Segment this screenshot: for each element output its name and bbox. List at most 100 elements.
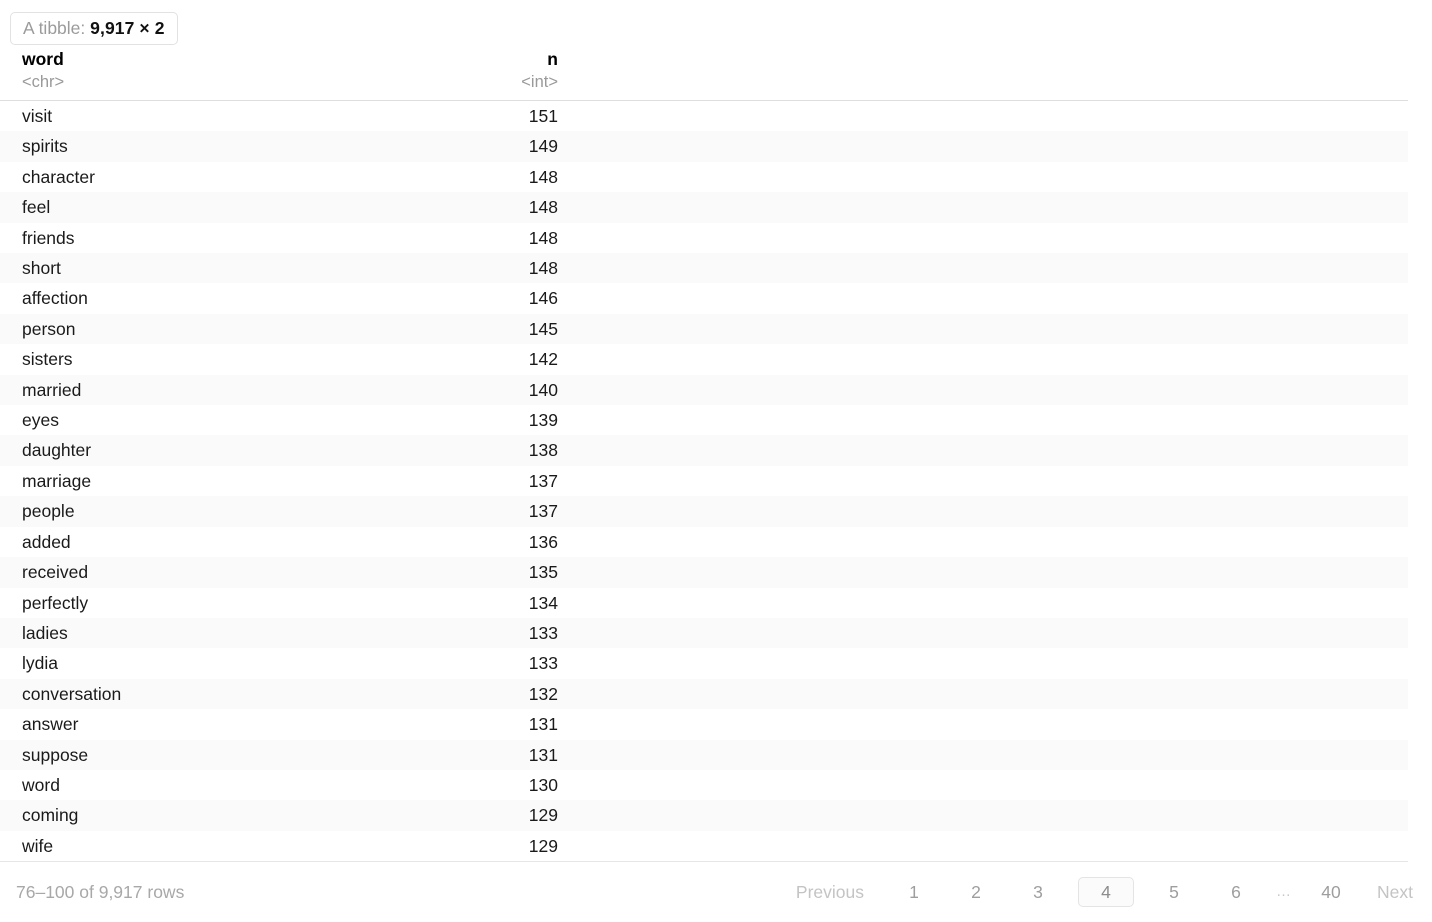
cell-filler <box>560 618 1408 648</box>
column-header-n[interactable]: n <int> <box>380 44 560 101</box>
cell-word: eyes <box>22 410 59 431</box>
cell-filler <box>560 405 1408 435</box>
table-container: word <chr> n <int> visit 151 spirits 149 cha… <box>0 44 1408 863</box>
column-header-filler <box>560 44 1408 101</box>
cell-n: 129 <box>528 805 558 826</box>
cell-n: 148 <box>528 166 558 187</box>
row-range-status: 76–100 of 9,917 rows <box>16 881 185 902</box>
pagination-ellipsis: … <box>1276 883 1292 901</box>
pagination-page-1[interactable]: 1 <box>892 877 936 907</box>
cell-word: word <box>22 774 60 795</box>
pagination-page-6[interactable]: 6 <box>1214 877 1258 907</box>
cell-filler <box>560 466 1408 496</box>
cell-n: 140 <box>528 379 558 400</box>
cell-n: 142 <box>528 349 558 370</box>
table-row: sisters 142 <box>0 344 1408 375</box>
table-row: wife 129 <box>0 830 1408 862</box>
cell-filler <box>560 375 1408 405</box>
pagination-page-4[interactable]: 4 <box>1078 877 1135 908</box>
cell-word: daughter <box>22 440 92 461</box>
column-header-word-type: <chr> <box>22 73 65 91</box>
cell-word: answer <box>22 714 79 735</box>
cell-n: 135 <box>528 562 558 583</box>
cell-word: person <box>22 318 76 339</box>
cell-word: visit <box>22 106 53 126</box>
cell-word: lydia <box>22 653 58 674</box>
table-row: character 148 <box>0 161 1408 193</box>
cell-n: 131 <box>528 744 558 765</box>
table-row: conversation 132 <box>0 678 1408 710</box>
cell-word: short <box>22 258 61 279</box>
cell-n: 148 <box>528 227 558 248</box>
pagination-page-3[interactable]: 3 <box>1016 877 1060 907</box>
cell-word: added <box>22 531 71 552</box>
table-row: coming 129 <box>0 800 1408 831</box>
cell-filler <box>560 223 1408 253</box>
table-row: feel 148 <box>0 192 1408 223</box>
cell-word: spirits <box>22 136 68 157</box>
cell-n: 130 <box>528 774 558 795</box>
table-row: answer 131 <box>0 709 1408 740</box>
pagination-page-list: 1 2 3 4 5 6 … 40 <box>883 877 1362 908</box>
table-row: affection 146 <box>0 283 1408 314</box>
cell-filler <box>560 800 1408 830</box>
table-row: spirits 149 <box>0 131 1408 162</box>
table-row: eyes 139 <box>0 405 1408 436</box>
tibble-badge-dimensions: 9,917 × 2 <box>90 18 165 38</box>
cell-word: feel <box>22 197 51 218</box>
cell-filler <box>560 648 1408 678</box>
tibble-viewer: A tibble: 9,917 × 2 word <chr> n <int> v… <box>0 0 1432 922</box>
cell-n: 137 <box>528 501 558 522</box>
cell-filler <box>560 527 1408 557</box>
table-body: visit 151 spirits 149 character 148 feel 148 fri… <box>0 100 1408 862</box>
cell-word: friends <box>22 227 75 248</box>
cell-word: affection <box>22 288 88 309</box>
column-header-word[interactable]: word <chr> <box>0 44 380 101</box>
cell-filler <box>560 283 1408 313</box>
cell-filler <box>560 435 1408 465</box>
pagination-next-button[interactable]: Next <box>1362 877 1424 907</box>
pagination-page-40[interactable]: 40 <box>1309 877 1353 907</box>
cell-word: perfectly <box>22 592 89 613</box>
cell-n: 134 <box>528 592 558 613</box>
badge-row: A tibble: 9,917 × 2 <box>0 0 1432 45</box>
cell-word: suppose <box>22 744 89 765</box>
cell-filler <box>560 770 1408 800</box>
tibble-dimensions-badge: A tibble: 9,917 × 2 <box>10 12 178 45</box>
table-row: people 137 <box>0 496 1408 527</box>
table-row: perfectly 134 <box>0 587 1408 618</box>
cell-word: marriage <box>22 470 92 491</box>
cell-filler <box>560 709 1408 739</box>
table-row: received 135 <box>0 557 1408 588</box>
cell-n: 145 <box>528 318 558 339</box>
cell-filler <box>560 101 1408 132</box>
cell-word: character <box>22 166 95 187</box>
table-row: suppose 131 <box>0 739 1408 770</box>
table-row: friends 148 <box>0 222 1408 254</box>
cell-word: married <box>22 379 82 400</box>
cell-n: 137 <box>528 470 558 491</box>
table-row: ladies 133 <box>0 617 1408 649</box>
cell-filler <box>560 253 1408 283</box>
cell-filler <box>560 162 1408 192</box>
table-row: daughter 138 <box>0 435 1408 466</box>
pagination-page-5[interactable]: 5 <box>1152 877 1196 907</box>
pagination-previous-button[interactable]: Previous <box>785 877 883 907</box>
cell-n: 148 <box>528 197 558 218</box>
cell-n: 133 <box>528 653 558 674</box>
cell-word: people <box>22 501 75 522</box>
column-header-word-label: word <box>22 49 64 69</box>
cell-filler <box>560 679 1408 709</box>
table-row: word 130 <box>0 769 1408 801</box>
table-row: person 145 <box>0 313 1408 345</box>
cell-n: 138 <box>528 440 558 461</box>
cell-n: 151 <box>528 106 558 126</box>
tibble-badge-label: A tibble: <box>23 18 86 38</box>
cell-n: 136 <box>528 531 558 552</box>
table-header: word <chr> n <int> <box>0 44 1408 101</box>
table-row: visit 151 <box>0 100 1408 132</box>
cell-filler <box>560 496 1408 526</box>
pagination-page-2[interactable]: 2 <box>954 877 998 907</box>
cell-word: conversation <box>22 683 122 704</box>
table-row: marriage 137 <box>0 465 1408 497</box>
